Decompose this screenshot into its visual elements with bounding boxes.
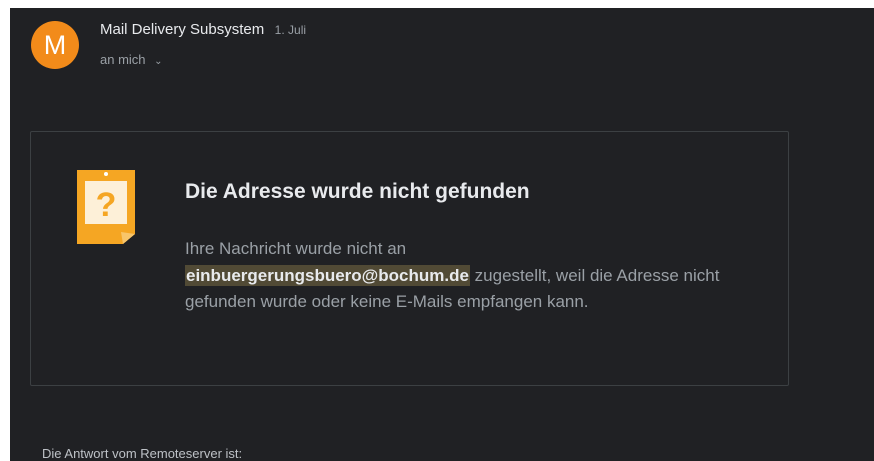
sent-date[interactable]: 1. Juli xyxy=(275,23,306,37)
svg-text:?: ? xyxy=(96,186,117,224)
recipient-label: an mich xyxy=(100,52,146,67)
remote-server-response-label: Die Antwort vom Remoteserver ist: xyxy=(42,446,243,461)
question-note-icon: ? xyxy=(77,170,135,244)
recipient-address[interactable]: einbuergerungsbuero@bochum.de xyxy=(185,264,470,286)
notice-title: Die Adresse wurde nicht gefunden xyxy=(185,180,530,203)
bounce-notice-card: ? Die Adresse wurde nicht gefunden Ihre … xyxy=(30,131,789,386)
sender-line: Mail Delivery Subsystem 1. Juli xyxy=(100,21,306,39)
avatar[interactable]: M xyxy=(31,21,79,69)
recipient-details-toggle[interactable]: an mich ⌄ xyxy=(100,52,163,67)
chevron-down-icon[interactable]: ⌄ xyxy=(154,56,162,67)
sender-name[interactable]: Mail Delivery Subsystem xyxy=(100,21,264,38)
notice-message: Ihre Nachricht wurde nicht an einbuerger… xyxy=(185,236,775,316)
email-view: M Mail Delivery Subsystem 1. Juli an mic… xyxy=(10,8,874,461)
message-prefix: Ihre Nachricht wurde nicht an xyxy=(185,239,407,258)
